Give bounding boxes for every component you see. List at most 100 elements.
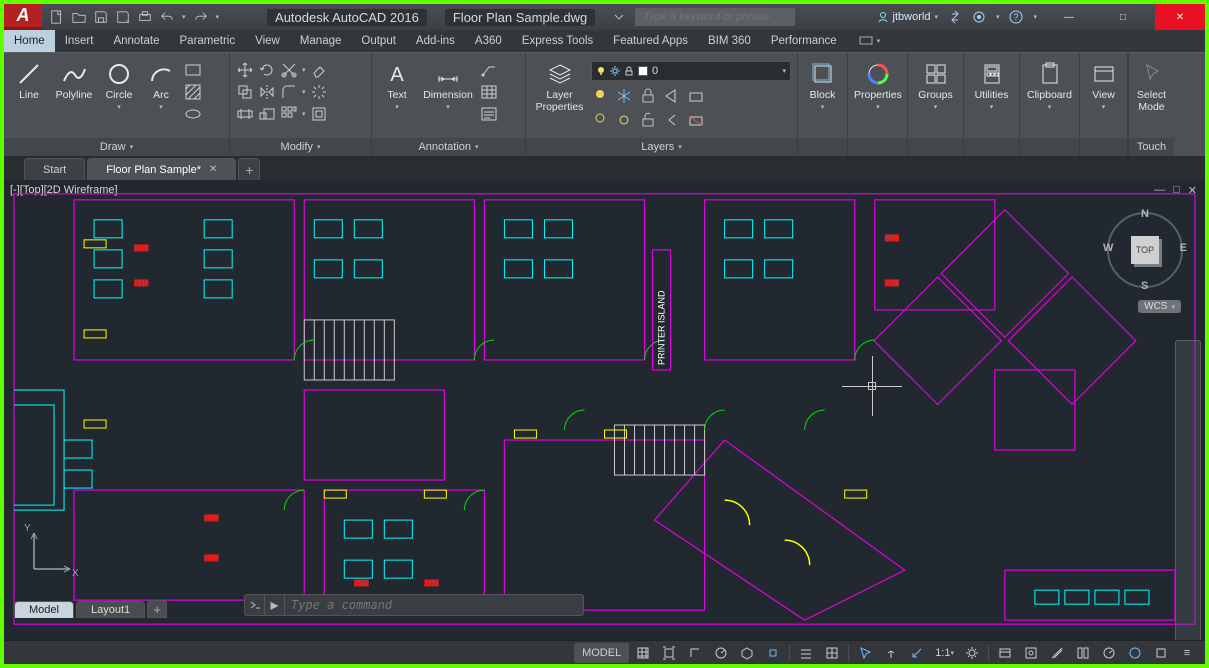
- plot-icon[interactable]: [138, 10, 152, 24]
- array-icon[interactable]: [280, 105, 298, 123]
- command-recent-icon[interactable]: ▸: [265, 595, 285, 615]
- explode-icon[interactable]: [310, 83, 328, 101]
- mirror-icon[interactable]: [258, 83, 276, 101]
- arc-button[interactable]: Arc▾: [142, 57, 180, 111]
- maximize-button[interactable]: □: [1101, 4, 1145, 30]
- properties-button[interactable]: Properties▾: [854, 57, 902, 111]
- tab-insert[interactable]: Insert: [55, 30, 104, 52]
- tab-output[interactable]: Output: [351, 30, 406, 52]
- status-hwacc-icon[interactable]: [1097, 643, 1121, 663]
- move-icon[interactable]: [236, 61, 254, 79]
- layer-thaw-icon[interactable]: [615, 111, 633, 129]
- status-gizmo-icon[interactable]: [879, 643, 903, 663]
- signin-user[interactable]: jtbworld ▾: [877, 11, 938, 23]
- status-customize-icon[interactable]: ≡: [1175, 643, 1199, 663]
- layer-properties-button[interactable]: Layer Properties: [532, 57, 587, 113]
- tab-a360[interactable]: A360: [465, 30, 512, 52]
- help-icon[interactable]: ?: [1009, 10, 1023, 24]
- status-workspace-icon[interactable]: [993, 643, 1017, 663]
- mtext-icon[interactable]: [480, 105, 498, 123]
- layout-tab-add[interactable]: +: [147, 600, 167, 618]
- viewcube-n[interactable]: N: [1141, 208, 1149, 220]
- title-dropdown-icon[interactable]: [613, 11, 625, 23]
- layer-off-icon[interactable]: [591, 87, 609, 105]
- saveas-icon[interactable]: [116, 10, 130, 24]
- layer-unlock-icon[interactable]: [639, 111, 657, 129]
- layer-freeze-icon[interactable]: [615, 87, 633, 105]
- status-selection-icon[interactable]: [853, 643, 877, 663]
- stretch-icon[interactable]: [236, 105, 254, 123]
- tab-bim360[interactable]: BIM 360: [698, 30, 761, 52]
- viewcube-s[interactable]: S: [1141, 280, 1148, 292]
- circle-button[interactable]: Circle▾: [100, 57, 138, 111]
- leader-icon[interactable]: [480, 61, 498, 79]
- status-gear-icon[interactable]: [960, 643, 984, 663]
- hatch-icon[interactable]: [184, 83, 202, 101]
- tab-parametric[interactable]: Parametric: [170, 30, 246, 52]
- text-button[interactable]: AText▾: [378, 57, 416, 111]
- close-icon[interactable]: ✕: [209, 164, 217, 175]
- rectangle-icon[interactable]: [184, 61, 202, 79]
- viewcube-face[interactable]: TOP: [1131, 236, 1159, 264]
- tab-annotate[interactable]: Annotate: [103, 30, 169, 52]
- select-mode-button[interactable]: Select Mode: [1135, 57, 1168, 113]
- status-annoscale-icon[interactable]: [905, 643, 929, 663]
- panel-modify-title[interactable]: Modify ▾: [230, 138, 371, 156]
- command-input[interactable]: [285, 598, 583, 612]
- status-units-icon[interactable]: [1045, 643, 1069, 663]
- layer-prev-icon[interactable]: [663, 111, 681, 129]
- layer-uniso-icon[interactable]: [687, 111, 705, 129]
- polyline-button[interactable]: Polyline: [52, 57, 96, 101]
- panel-draw-title[interactable]: Draw ▾: [4, 138, 229, 156]
- copy-icon[interactable]: [236, 83, 254, 101]
- app-menu-button[interactable]: A: [4, 4, 42, 30]
- erase-icon[interactable]: [310, 61, 328, 79]
- close-button[interactable]: ✕: [1155, 4, 1205, 30]
- layer-match-icon[interactable]: [663, 87, 681, 105]
- status-transparency-icon[interactable]: [820, 643, 844, 663]
- open-icon[interactable]: [72, 10, 86, 24]
- ucs-icon[interactable]: YX: [22, 521, 82, 586]
- rotate-icon[interactable]: [258, 61, 276, 79]
- status-lineweight-icon[interactable]: [794, 643, 818, 663]
- status-isodraft-icon[interactable]: [735, 643, 759, 663]
- status-annomon-icon[interactable]: [1019, 643, 1043, 663]
- panel-layers-title[interactable]: Layers ▾: [526, 138, 797, 156]
- layer-iso-icon[interactable]: [687, 87, 705, 105]
- status-ortho-icon[interactable]: [683, 643, 707, 663]
- layer-lock-icon[interactable]: [639, 87, 657, 105]
- ribbon-options-icon[interactable]: ▾: [853, 30, 887, 52]
- redo-dropdown[interactable]: ▾: [216, 13, 220, 21]
- command-line[interactable]: ▸: [244, 594, 584, 616]
- status-polar-icon[interactable]: [709, 643, 733, 663]
- ellipse-icon[interactable]: [184, 105, 202, 123]
- dimension-button[interactable]: Dimension▾: [420, 57, 476, 111]
- status-scale[interactable]: 1:1 ▾: [931, 643, 958, 663]
- status-isolate-icon[interactable]: [1123, 643, 1147, 663]
- redo-icon[interactable]: [194, 10, 208, 24]
- clipboard-button[interactable]: Clipboard▾: [1026, 57, 1073, 111]
- save-icon[interactable]: [94, 10, 108, 24]
- status-snap-icon[interactable]: [657, 643, 681, 663]
- drawing-canvas[interactable]: [-][Top][2D Wireframe] — □ ✕: [4, 180, 1205, 640]
- tab-performance[interactable]: Performance: [761, 30, 847, 52]
- line-button[interactable]: Line: [10, 57, 48, 101]
- table-icon[interactable]: [480, 83, 498, 101]
- minimize-button[interactable]: —: [1047, 4, 1091, 30]
- status-osnap-icon[interactable]: [761, 643, 785, 663]
- tab-home[interactable]: Home: [4, 30, 55, 52]
- layer-combo[interactable]: 0 ▾: [591, 61, 791, 81]
- command-prompt-icon[interactable]: [245, 595, 265, 615]
- undo-dropdown[interactable]: ▾: [182, 13, 186, 21]
- offset-icon[interactable]: [310, 105, 328, 123]
- wcs-badge[interactable]: WCS▾: [1138, 300, 1181, 313]
- a360-icon[interactable]: [972, 10, 986, 24]
- layout-tab-model[interactable]: Model: [14, 601, 74, 618]
- viewcube[interactable]: TOP N S E W: [1103, 208, 1187, 292]
- new-icon[interactable]: [50, 10, 64, 24]
- utilities-button[interactable]: Utilities▾: [970, 57, 1013, 111]
- status-grid-icon[interactable]: [631, 643, 655, 663]
- file-tab-add[interactable]: +: [238, 158, 260, 180]
- panel-annotation-title[interactable]: Annotation ▾: [372, 138, 525, 156]
- fillet-icon[interactable]: [280, 83, 298, 101]
